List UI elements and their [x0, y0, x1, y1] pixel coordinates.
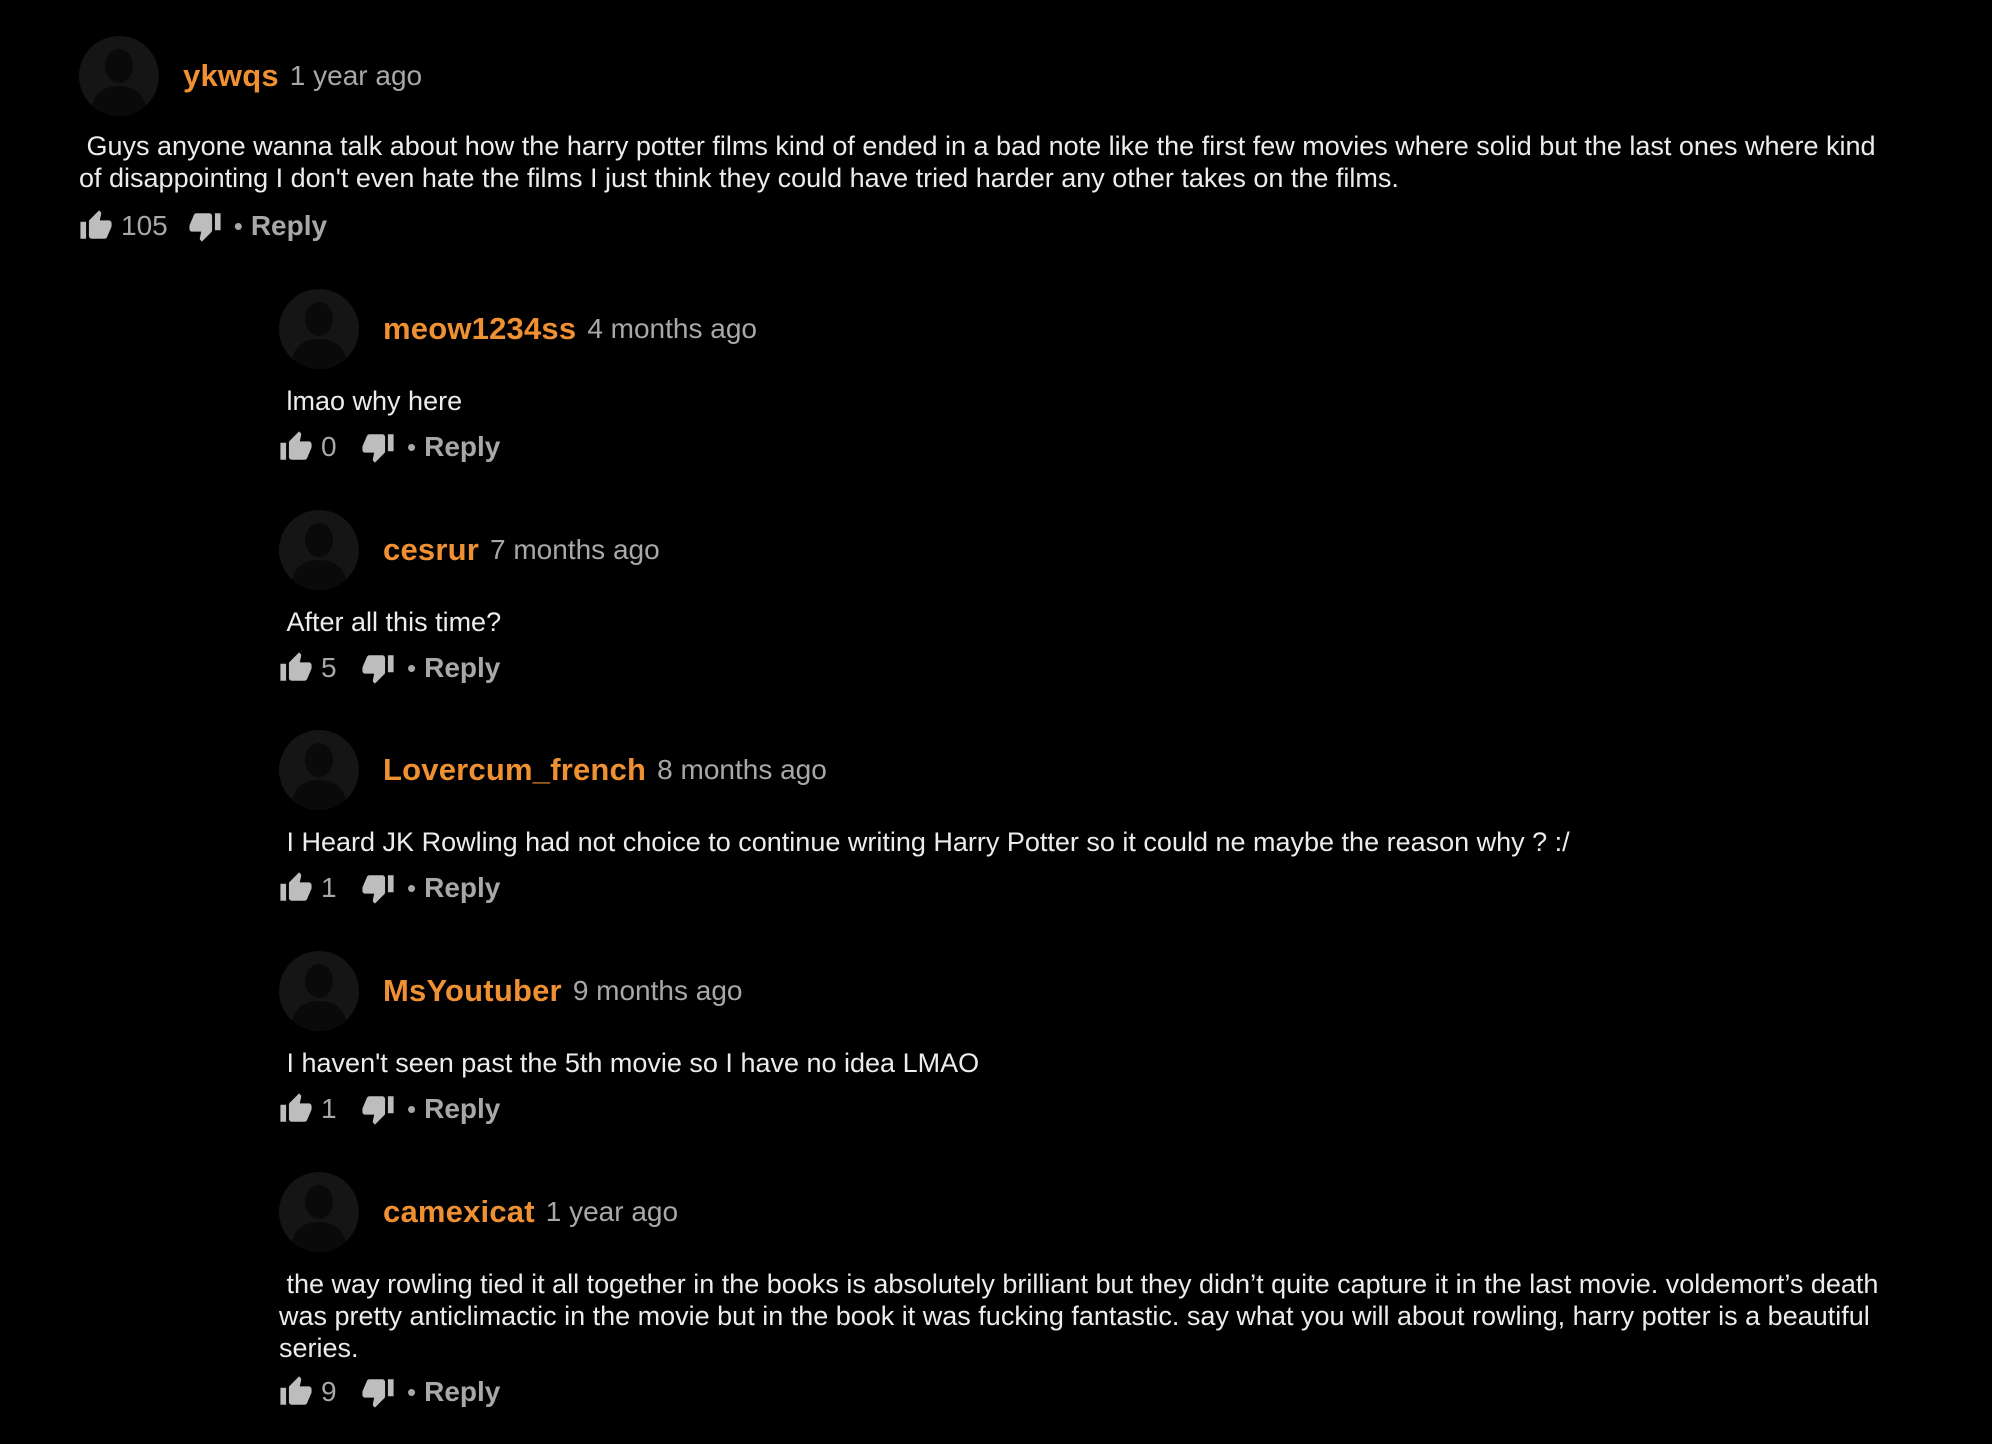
- reply-comment: meow1234ss 4 months ago lmao why here 0 …: [279, 289, 1939, 469]
- comment-header: meow1234ss 4 months ago: [279, 289, 757, 369]
- thumbs-down-icon[interactable]: [361, 1092, 395, 1126]
- reply-comment: cesrur 7 months ago After all this time?…: [279, 510, 1939, 690]
- comment-thread: ykwqs 1 year ago Guys anyone wanna talk …: [0, 0, 1992, 1444]
- username[interactable]: camexicat: [383, 1194, 535, 1230]
- user-silhouette-icon: [91, 49, 147, 116]
- thumbs-up-icon[interactable]: [279, 651, 313, 685]
- avatar[interactable]: [279, 289, 359, 369]
- thumbs-up-icon[interactable]: [79, 209, 113, 243]
- thumbs-down-icon[interactable]: [188, 209, 222, 243]
- comment-text: I Heard JK Rowling had not choice to con…: [279, 827, 1570, 857]
- thumbs-up-icon[interactable]: [279, 430, 313, 464]
- username[interactable]: meow1234ss: [383, 311, 576, 347]
- reply-comment: Lovercum_french 8 months ago I Heard JK …: [279, 730, 1939, 910]
- avatar[interactable]: [279, 951, 359, 1031]
- comment-actions: 1 • Reply: [279, 870, 500, 906]
- user-silhouette-icon: [291, 523, 347, 590]
- separator-dot: •: [407, 872, 417, 903]
- reply-comment: camexicat 1 year ago the way rowling tie…: [279, 1172, 1939, 1422]
- separator-dot: •: [407, 1376, 417, 1407]
- comment-actions: 0 • Reply: [279, 429, 500, 465]
- avatar[interactable]: [279, 1172, 359, 1252]
- username[interactable]: MsYoutuber: [383, 973, 562, 1009]
- thumbs-up-icon[interactable]: [279, 1092, 313, 1126]
- thumbs-down-icon[interactable]: [361, 430, 395, 464]
- user-silhouette-icon: [291, 964, 347, 1031]
- timestamp[interactable]: 7 months ago: [490, 534, 660, 566]
- thumbs-up-icon[interactable]: [279, 871, 313, 905]
- like-count: 5: [321, 652, 337, 683]
- comment: ykwqs 1 year ago Guys anyone wanna talk …: [79, 36, 1939, 251]
- timestamp[interactable]: 8 months ago: [657, 754, 827, 786]
- username[interactable]: ykwqs: [183, 58, 279, 94]
- reply-button[interactable]: Reply: [251, 210, 327, 242]
- comment-header: camexicat 1 year ago: [279, 1172, 678, 1252]
- thumbs-down-icon[interactable]: [361, 1375, 395, 1409]
- like-count: 105: [121, 210, 168, 241]
- comment-text: After all this time?: [279, 607, 502, 637]
- separator-dot: •: [233, 210, 243, 241]
- like-count: 0: [321, 431, 337, 462]
- reply-button[interactable]: Reply: [424, 872, 500, 904]
- reply-comment: MsYoutuber 9 months ago I haven't seen p…: [279, 951, 1939, 1131]
- timestamp[interactable]: 1 year ago: [546, 1196, 678, 1228]
- comment-text: the way rowling tied it all together in …: [279, 1269, 1886, 1363]
- comment-header: ykwqs 1 year ago: [79, 36, 422, 116]
- username[interactable]: Lovercum_french: [383, 752, 646, 788]
- reply-button[interactable]: Reply: [424, 652, 500, 684]
- avatar[interactable]: [279, 510, 359, 590]
- thumbs-up-icon[interactable]: [279, 1375, 313, 1409]
- separator-dot: •: [407, 431, 417, 462]
- separator-dot: •: [407, 1093, 417, 1124]
- like-count: 1: [321, 1093, 337, 1124]
- comment-actions: 105 • Reply: [79, 208, 327, 244]
- user-silhouette-icon: [291, 743, 347, 810]
- reply-button[interactable]: Reply: [424, 1093, 500, 1125]
- comment-actions: 9 • Reply: [279, 1374, 500, 1410]
- user-silhouette-icon: [291, 1185, 347, 1252]
- avatar[interactable]: [279, 730, 359, 810]
- comment-text: lmao why here: [279, 386, 463, 416]
- comment-text: I haven't seen past the 5th movie so I h…: [279, 1048, 980, 1078]
- comment-header: MsYoutuber 9 months ago: [279, 951, 742, 1031]
- timestamp[interactable]: 9 months ago: [573, 975, 743, 1007]
- timestamp[interactable]: 1 year ago: [290, 60, 422, 92]
- reply-button[interactable]: Reply: [424, 431, 500, 463]
- comment-header: Lovercum_french 8 months ago: [279, 730, 827, 810]
- reply-button[interactable]: Reply: [424, 1376, 500, 1408]
- comment-header: cesrur 7 months ago: [279, 510, 660, 590]
- timestamp[interactable]: 4 months ago: [587, 313, 757, 345]
- comment-actions: 5 • Reply: [279, 650, 500, 686]
- thumbs-down-icon[interactable]: [361, 651, 395, 685]
- like-count: 1: [321, 872, 337, 903]
- thumbs-down-icon[interactable]: [361, 871, 395, 905]
- comment-actions: 1 • Reply: [279, 1091, 500, 1127]
- separator-dot: •: [407, 652, 417, 683]
- username[interactable]: cesrur: [383, 532, 479, 568]
- user-silhouette-icon: [291, 302, 347, 369]
- avatar[interactable]: [79, 36, 159, 116]
- like-count: 9: [321, 1376, 337, 1407]
- comment-text: Guys anyone wanna talk about how the har…: [79, 131, 1884, 193]
